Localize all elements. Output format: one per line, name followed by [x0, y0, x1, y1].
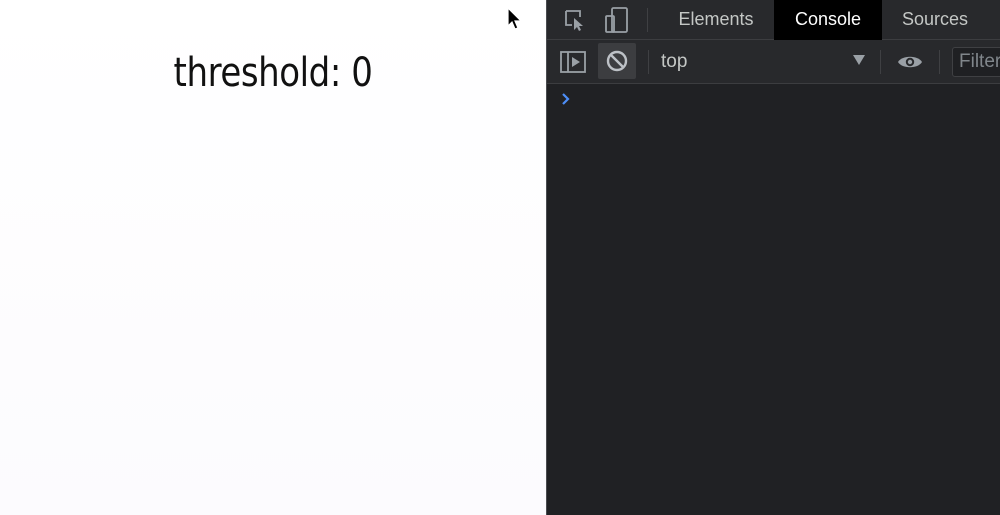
chevron-right-icon [562, 93, 570, 105]
tab-console[interactable]: Console [774, 0, 882, 40]
chevron-down-icon [853, 55, 865, 65]
console-toolbar: top Filter [547, 40, 1000, 84]
clear-console-icon [606, 50, 628, 72]
sidebar-play-icon [560, 51, 586, 73]
toolbar-separator [648, 50, 649, 74]
devtools-tabbar: Elements Console Sources [547, 0, 1000, 40]
clear-console-button[interactable] [598, 43, 636, 79]
page-viewport: threshold: 0 [0, 0, 546, 515]
device-mode-icon [605, 7, 628, 33]
inspect-element-button[interactable] [561, 6, 589, 34]
toggle-sidebar-button[interactable] [559, 49, 587, 75]
devtools-panel: Elements Console Sources top Filter [546, 0, 1000, 515]
tabbar-separator [647, 8, 648, 32]
execution-context-select[interactable]: top [661, 40, 687, 83]
eye-icon [898, 56, 922, 68]
tab-sources[interactable]: Sources [886, 0, 984, 40]
filter-input[interactable]: Filter [952, 47, 1000, 77]
page-title: threshold: 0 [173, 50, 373, 96]
device-toolbar-button[interactable] [603, 5, 631, 35]
mouse-pointer-icon [507, 7, 523, 30]
console-output[interactable] [547, 84, 1000, 515]
live-expression-button[interactable] [896, 50, 924, 74]
toolbar-separator [939, 50, 940, 74]
toolbar-separator [880, 50, 881, 74]
tab-elements[interactable]: Elements [662, 0, 770, 40]
inspect-cursor-icon [565, 10, 583, 31]
